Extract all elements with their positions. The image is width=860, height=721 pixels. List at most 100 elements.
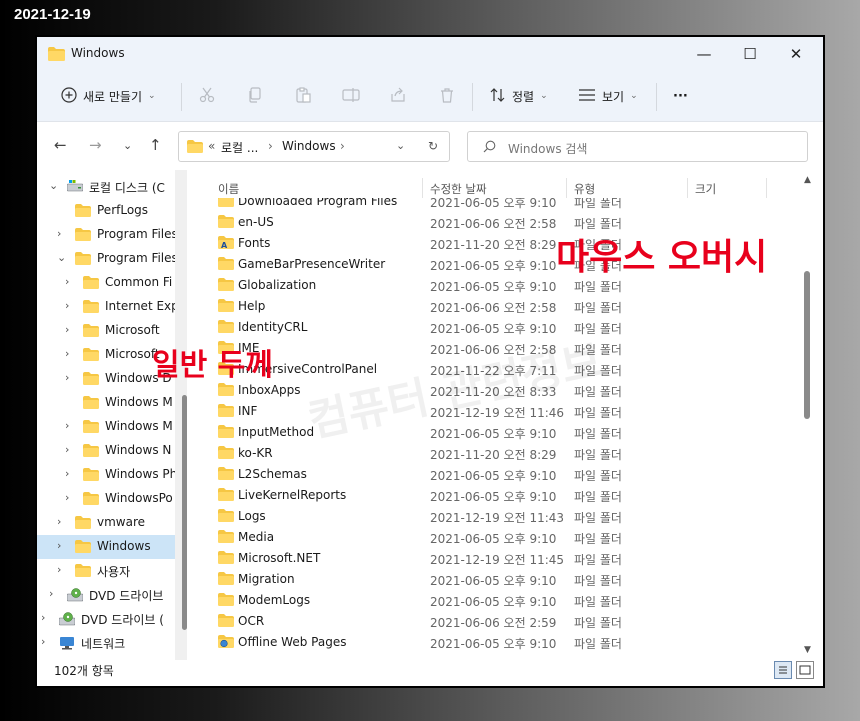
address-dropdown-icon[interactable]: ⌄: [396, 139, 405, 152]
search-box[interactable]: Windows 검색: [467, 131, 808, 162]
tree-item[interactable]: › Common Fi: [37, 271, 187, 295]
column-divider[interactable]: [566, 178, 567, 198]
minimize-button[interactable]: —: [681, 37, 727, 71]
chevron-right-icon[interactable]: ›: [65, 419, 69, 432]
column-header-type[interactable]: 유형: [574, 181, 595, 197]
chevron-right-icon[interactable]: ›: [65, 371, 69, 384]
column-header-name[interactable]: 이름: [218, 181, 239, 197]
chevron-right-icon[interactable]: ›: [65, 347, 69, 360]
chevron-down-icon[interactable]: ⌄: [57, 251, 66, 264]
chevron-right-icon[interactable]: ›: [57, 515, 61, 528]
column-divider[interactable]: [766, 178, 767, 198]
folder-icon: [75, 252, 91, 268]
chevron-right-icon[interactable]: ›: [41, 611, 45, 624]
chevron-right-icon[interactable]: ›: [65, 467, 69, 480]
tree-item[interactable]: › 사용자: [37, 559, 187, 583]
chevron-right-icon[interactable]: ›: [41, 635, 45, 648]
file-row[interactable]: Offline Web Pages 2021-06-05 오후 9:10 파일 폴더: [198, 632, 803, 653]
tree-item[interactable]: › 네트워크: [37, 631, 187, 655]
tree-item[interactable]: ⌄ Program Files: [37, 247, 187, 271]
refresh-icon[interactable]: ↻: [428, 139, 438, 153]
chevron-right-icon[interactable]: ›: [65, 275, 69, 288]
address-bar[interactable]: « 로컬 ... › Windows › ⌄ ↻: [178, 131, 450, 162]
file-row[interactable]: InputMethod 2021-06-05 오후 9:10 파일 폴더: [198, 422, 803, 443]
tree-item[interactable]: › Windows N: [37, 439, 187, 463]
chevron-right-icon[interactable]: ›: [49, 587, 53, 600]
folder-icon: [218, 509, 234, 525]
chevron-down-icon[interactable]: ⌄: [49, 179, 58, 192]
tree-item[interactable]: › Internet Exp: [37, 295, 187, 319]
maximize-button[interactable]: ☐: [727, 37, 773, 71]
sort-icon: [490, 87, 506, 106]
forward-arrow-icon[interactable]: →: [89, 136, 102, 154]
sort-button[interactable]: 정렬 ⌄: [490, 71, 548, 121]
tree-scrollbar-thumb[interactable]: [182, 395, 187, 630]
scroll-up-icon[interactable]: ▲: [804, 175, 811, 185]
file-row[interactable]: LiveKernelReports 2021-06-05 오후 9:10 파일 폴더: [198, 485, 803, 506]
delete-button[interactable]: [439, 71, 455, 121]
file-row[interactable]: IdentityCRL 2021-06-05 오후 9:10 파일 폴더: [198, 317, 803, 338]
chevron-right-icon[interactable]: ›: [65, 491, 69, 504]
tree-item[interactable]: › DVD 드라이브: [37, 583, 187, 607]
file-row[interactable]: Help 2021-06-06 오전 2:58 파일 폴더: [198, 296, 803, 317]
file-row[interactable]: Media 2021-06-05 오후 9:10 파일 폴더: [198, 527, 803, 548]
title-bar[interactable]: Windows — ☐ ✕: [37, 37, 823, 71]
tree-item[interactable]: PerfLogs: [37, 199, 187, 223]
details-view-button[interactable]: [774, 661, 792, 679]
chevron-right-icon[interactable]: ›: [65, 299, 69, 312]
tree-item[interactable]: › Windows M: [37, 415, 187, 439]
breadcrumb-windows[interactable]: Windows: [282, 139, 336, 153]
breadcrumb-overflow[interactable]: «: [208, 139, 215, 153]
tree-item[interactable]: › WindowsPo: [37, 487, 187, 511]
breadcrumb-local-disk[interactable]: 로컬 ...: [221, 139, 258, 156]
column-header-modified[interactable]: 수정한 날짜: [430, 181, 487, 197]
file-name: LiveKernelReports: [238, 488, 347, 502]
tree-item[interactable]: Windows M: [37, 391, 187, 415]
column-header-size[interactable]: 크기: [695, 181, 716, 197]
file-row[interactable]: ModemLogs 2021-06-05 오후 9:10 파일 폴더: [198, 590, 803, 611]
file-row[interactable]: Downloaded Program Files 2021-06-05 오후 9:…: [198, 198, 803, 212]
tree-item[interactable]: ⌄ 로컬 디스크 (C: [37, 175, 187, 199]
chevron-right-icon[interactable]: ›: [57, 563, 61, 576]
tiles-view-button[interactable]: [796, 661, 814, 679]
scroll-down-icon[interactable]: ▼: [804, 645, 811, 655]
back-arrow-icon[interactable]: ←: [54, 136, 67, 154]
navigation-tree[interactable]: ⌄ 로컬 디스크 (C PerfLogs › Program Files ⌄ Program…: [37, 175, 187, 659]
folder-icon: [75, 204, 91, 220]
copy-button[interactable]: [247, 71, 263, 121]
breadcrumb-chevron-icon[interactable]: ›: [268, 139, 273, 153]
file-row[interactable]: Microsoft.NET 2021-12-19 오전 11:45 파일 폴더: [198, 548, 803, 569]
folder-icon: [218, 488, 234, 504]
file-row[interactable]: ko-KR 2021-11-20 오전 8:29 파일 폴더: [198, 443, 803, 464]
close-button[interactable]: ✕: [773, 37, 819, 71]
chevron-right-icon[interactable]: ›: [57, 227, 61, 240]
breadcrumb-chevron-icon[interactable]: ›: [340, 139, 345, 153]
up-arrow-icon[interactable]: ↑: [149, 136, 162, 154]
recent-chevron-icon[interactable]: ⌄: [123, 139, 132, 152]
tree-item-label: Windows: [97, 539, 151, 553]
file-name: Migration: [238, 572, 295, 586]
file-row[interactable]: OCR 2021-06-06 오전 2:59 파일 폴더: [198, 611, 803, 632]
share-button[interactable]: [390, 71, 406, 121]
chevron-right-icon[interactable]: ›: [65, 323, 69, 336]
file-row[interactable]: Logs 2021-12-19 오전 11:43 파일 폴더: [198, 506, 803, 527]
file-name: IdentityCRL: [238, 320, 308, 334]
chevron-right-icon[interactable]: ›: [65, 443, 69, 456]
view-button[interactable]: 보기 ⌄: [578, 71, 638, 121]
new-button[interactable]: 새로 만들기 ⌄: [61, 71, 156, 121]
column-divider[interactable]: [422, 178, 423, 198]
tree-item[interactable]: › vmware: [37, 511, 187, 535]
file-row[interactable]: L2Schemas 2021-06-05 오후 9:10 파일 폴더: [198, 464, 803, 485]
cut-button[interactable]: [199, 71, 215, 121]
chevron-right-icon[interactable]: ›: [57, 539, 61, 552]
column-divider[interactable]: [687, 178, 688, 198]
tree-item[interactable]: › Windows Ph: [37, 463, 187, 487]
tree-item[interactable]: › Windows: [37, 535, 187, 559]
more-options-button[interactable]: ···: [673, 71, 688, 121]
paste-button[interactable]: [295, 71, 311, 121]
rename-button[interactable]: [342, 71, 360, 121]
file-row[interactable]: Migration 2021-06-05 오후 9:10 파일 폴더: [198, 569, 803, 590]
tree-item[interactable]: › DVD 드라이브 (: [37, 607, 187, 631]
tree-item[interactable]: › Program Files: [37, 223, 187, 247]
file-list-scrollbar-thumb[interactable]: [804, 271, 810, 419]
